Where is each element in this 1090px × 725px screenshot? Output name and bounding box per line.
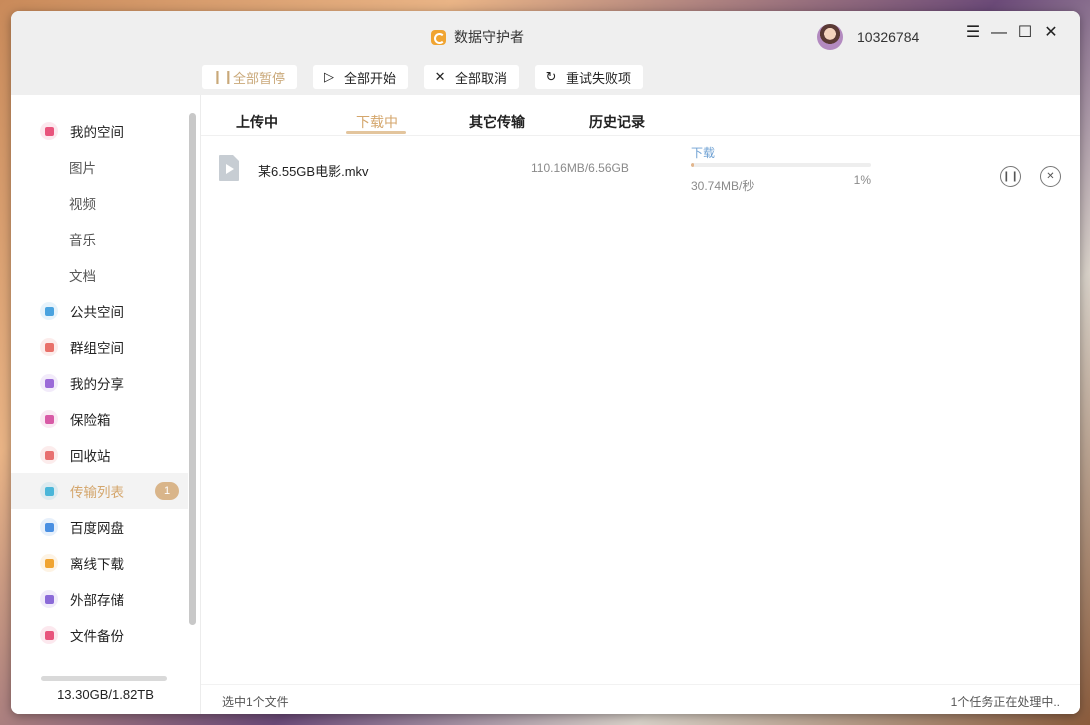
tab-uploading[interactable]: 上传中 [236,112,278,132]
retry-icon: ↻ [545,69,557,85]
sidebar-item-label: 传输列表 [70,481,124,501]
sidebar-nav: 我的空间图片视频音乐文档公共空间群组空间我的分享保险箱回收站传输列表 1 百度网盘离… [11,113,188,653]
sidebar-item-2[interactable]: 视频 [11,185,188,221]
active-tab-indicator [346,131,406,134]
sidebar-item-10[interactable]: 传输列表 1 [11,473,188,509]
sidebar-item-label: 保险箱 [70,409,111,429]
sidebar-item-12[interactable]: 离线下载 [11,545,188,581]
group-space-icon [40,338,58,356]
play-icon: ▷ [323,69,335,85]
cancel-icon: ✕ [434,69,446,85]
start-all-label: 全部开始 [344,68,396,87]
sidebar-item-label: 视频 [69,193,96,213]
transfer-count-badge: 1 [155,482,179,500]
transfer-status: 下载 [691,144,715,161]
sidebar-scrollbar-thumb[interactable] [189,113,196,625]
toolbar: ❙❙ 全部暂停 ▷ 全部开始 ✕ 全部取消 ↻ 重试失败项 [202,65,643,89]
baidu-netdisk-icon [40,518,58,536]
backup-icon [40,626,58,644]
cancel-all-button[interactable]: ✕ 全部取消 [424,65,519,89]
sidebar-item-label: 文件备份 [70,625,124,645]
sidebar-item-14[interactable]: 文件备份 [11,617,188,653]
file-name: 某6.55GB电影.mkv [258,161,369,180]
sidebar-item-label: 音乐 [69,229,96,249]
window-controls: ☰ — ☐ ✕ [965,25,1059,41]
sidebar-scrollbar[interactable] [189,113,196,625]
video-file-icon [219,155,239,181]
title-bar: 数据守护者 10326784 ☰ — ☐ ✕ ❙❙ 全部暂停 ▷ 全部开始 ✕ … [11,11,1080,95]
app-title: 数据守护者 [431,26,524,48]
close-icon[interactable]: ✕ [1043,25,1059,41]
sidebar-item-label: 百度网盘 [70,517,124,537]
sidebar-item-label: 离线下载 [70,553,124,573]
sidebar-item-11[interactable]: 百度网盘 [11,509,188,545]
user-id: 10326784 [857,29,919,45]
sidebar-item-label: 公共空间 [70,301,124,321]
main-content: 上传中 下载中 其它传输 历史记录 某6.55GB电影.mkv 110.16MB… [200,95,1080,714]
file-size: 110.16MB/6.56GB [531,161,629,175]
safe-icon [40,410,58,428]
sidebar-item-label: 我的分享 [70,373,124,393]
sidebar-item-3[interactable]: 音乐 [11,221,188,257]
pause-transfer-button[interactable]: ❙❙ [1000,166,1021,187]
cancel-all-label: 全部取消 [455,68,507,87]
maximize-icon[interactable]: ☐ [1017,25,1033,41]
sidebar-item-label: 文档 [69,265,96,285]
recycle-bin-icon [40,446,58,464]
status-bar: 选中1个文件 1个任务正在处理中.. [201,684,1080,714]
sidebar-item-1[interactable]: 图片 [11,149,188,185]
progress-fill [691,163,694,167]
progress-bar [691,163,871,167]
cancel-transfer-button[interactable]: ✕ [1040,166,1061,187]
selection-status: 选中1个文件 [222,693,289,710]
progress-percent: 1% [831,173,871,187]
sidebar-item-0[interactable]: 我的空间 [11,113,188,149]
sidebar: 我的空间图片视频音乐文档公共空间群组空间我的分享保险箱回收站传输列表 1 百度网盘离… [11,95,200,714]
storage-usage-text: 13.30GB/1.82TB [11,687,200,702]
menu-icon[interactable]: ☰ [965,25,981,41]
sidebar-item-label: 回收站 [70,445,111,465]
offline-download-icon [40,554,58,572]
sidebar-item-13[interactable]: 外部存储 [11,581,188,617]
app-logo-icon [431,30,446,45]
sidebar-item-label: 外部存储 [70,589,124,609]
start-all-button[interactable]: ▷ 全部开始 [313,65,408,89]
sidebar-item-5[interactable]: 公共空间 [11,293,188,329]
storage-usage-bar [41,676,167,681]
share-icon [40,374,58,392]
public-space-icon [40,302,58,320]
tab-history[interactable]: 历史记录 [589,112,645,132]
sidebar-item-9[interactable]: 回收站 [11,437,188,473]
tab-other-transfers[interactable]: 其它传输 [469,112,525,132]
sidebar-item-label: 群组空间 [70,337,124,357]
sidebar-item-7[interactable]: 我的分享 [11,365,188,401]
retry-failed-label: 重试失败项 [566,68,631,87]
external-storage-icon [40,590,58,608]
transfer-row[interactable]: 某6.55GB电影.mkv 110.16MB/6.56GB 下载 1% 30.7… [201,143,1080,203]
transfer-icon [40,482,58,500]
close-icon: ✕ [1046,171,1054,182]
pause-icon: ❙❙ [1002,171,1019,182]
retry-failed-button[interactable]: ↻ 重试失败项 [535,65,643,89]
sidebar-item-8[interactable]: 保险箱 [11,401,188,437]
sidebar-item-label: 图片 [69,157,96,177]
minimize-icon[interactable]: — [991,25,1007,41]
sidebar-item-label: 我的空间 [70,121,124,141]
tab-downloading[interactable]: 下载中 [356,112,398,132]
user-info[interactable]: 10326784 [817,24,919,50]
transfer-speed: 30.74MB/秒 [691,177,754,194]
app-title-text: 数据守护者 [454,27,524,47]
pause-all-button[interactable]: ❙❙ 全部暂停 [202,65,297,89]
avatar[interactable] [817,24,843,50]
sidebar-item-6[interactable]: 群组空间 [11,329,188,365]
app-window: 数据守护者 10326784 ☰ — ☐ ✕ ❙❙ 全部暂停 ▷ 全部开始 ✕ … [11,11,1080,714]
sidebar-item-4[interactable]: 文档 [11,257,188,293]
pause-all-label: 全部暂停 [233,68,285,87]
pause-icon: ❙❙ [212,69,224,85]
task-status: 1个任务正在处理中.. [951,693,1060,710]
my-space-icon [40,122,58,140]
transfer-tabs: 上传中 下载中 其它传输 历史记录 [201,95,1080,136]
